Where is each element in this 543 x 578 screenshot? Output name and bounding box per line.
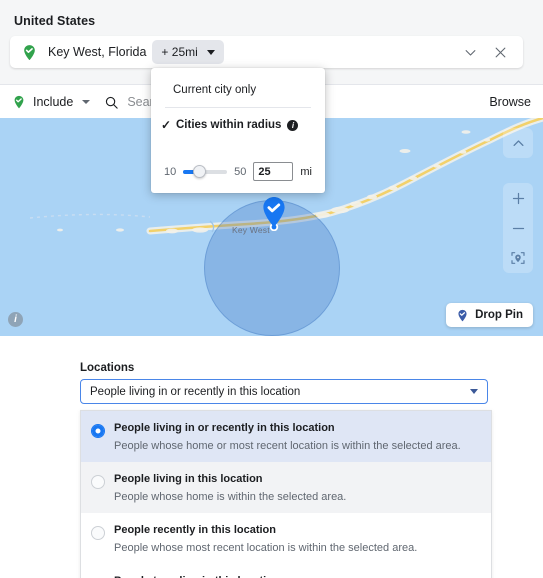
option-text: People recently in this location People …	[114, 520, 481, 556]
browse-button[interactable]: Browse	[489, 95, 531, 109]
slider-thumb[interactable]	[192, 165, 206, 178]
map-zoom-control-group	[503, 183, 533, 273]
radius-unit-label: mi	[300, 165, 312, 178]
radio-button[interactable]	[91, 475, 105, 489]
check-icon: ✓	[161, 118, 172, 132]
chevron-down-icon	[465, 49, 475, 56]
selected-location-field[interactable]: Key West, Florida + 25mi	[10, 36, 523, 68]
radius-chip-button[interactable]: + 25mi	[152, 40, 224, 64]
pin-green-icon	[14, 95, 24, 109]
list-item[interactable]: People traveling in this location People…	[81, 564, 491, 578]
drop-pin-button[interactable]: Drop Pin	[446, 303, 533, 327]
target-locate-icon	[511, 252, 525, 264]
radius-slider-row: 10 50 mi	[151, 162, 325, 181]
slider-max-label: 50	[234, 165, 247, 178]
locations-select-value: People living in or recently in this loc…	[90, 385, 301, 398]
collapse-map-control[interactable]	[503, 128, 533, 158]
slider-min-label: 10	[164, 165, 177, 178]
pin-check-green-icon	[24, 44, 35, 60]
pin-blue-icon	[458, 309, 467, 321]
plus-icon	[512, 192, 524, 204]
option-text: People living in this location People wh…	[114, 469, 481, 505]
radius-slider[interactable]	[183, 165, 228, 178]
option-title: People recently in this location	[114, 524, 276, 536]
close-icon	[495, 47, 505, 57]
chevron-up-icon	[513, 139, 523, 146]
radius-chip-label: + 25mi	[161, 45, 198, 59]
list-item[interactable]: People living in or recently in this loc…	[81, 411, 491, 462]
include-dropdown-label[interactable]: Include	[33, 95, 73, 109]
clear-location-button[interactable]	[489, 41, 511, 63]
caret-down-icon[interactable]	[82, 100, 91, 104]
caret-down-icon	[206, 49, 215, 55]
radius-dropdown-popover: Current city only ✓ Cities within radius…	[151, 68, 325, 193]
info-icon[interactable]: i	[287, 119, 299, 131]
location-name: Key West, Florida	[48, 45, 147, 59]
menu-item-cities-within-radius[interactable]: ✓ Cities within radius i	[151, 110, 325, 140]
radio-button[interactable]	[91, 424, 105, 438]
menu-item-current-city-label: Current city only	[173, 84, 257, 96]
option-description: People whose most recent location is wit…	[114, 542, 418, 554]
list-item[interactable]: People recently in this location People …	[81, 513, 491, 564]
map-info-badge[interactable]: i	[8, 312, 23, 327]
caret-down-icon	[470, 389, 478, 394]
menu-item-current-city-only[interactable]: Current city only	[151, 75, 325, 105]
radius-value-input[interactable]	[253, 162, 294, 181]
location-field-actions	[459, 41, 523, 63]
locations-option-list: People living in or recently in this loc…	[80, 410, 492, 578]
map-collapse-control-group	[503, 128, 533, 158]
option-title: People living in this location	[114, 473, 263, 485]
radio-button[interactable]	[91, 526, 105, 540]
zoom-out-control[interactable]	[503, 213, 533, 243]
locate-control[interactable]	[503, 243, 533, 273]
drop-pin-label: Drop Pin	[475, 309, 523, 321]
option-description: People whose home is within the selected…	[114, 491, 347, 503]
menu-divider	[165, 107, 311, 108]
location-targeting-panel: United States Key West, Florida + 25mi I…	[0, 0, 543, 578]
search-icon	[106, 96, 118, 109]
list-item[interactable]: People living in this location People wh…	[81, 462, 491, 513]
country-label: United States	[14, 14, 96, 28]
locations-label: Locations	[80, 362, 135, 374]
option-text: People living in or recently in this loc…	[114, 418, 481, 454]
option-description: People whose home or most recent locatio…	[114, 440, 461, 452]
minus-icon	[512, 227, 524, 229]
map-pin-check-icon[interactable]	[262, 197, 286, 231]
option-text: People traveling in this location People…	[114, 571, 481, 578]
collapse-location-button[interactable]	[459, 41, 481, 63]
zoom-in-control[interactable]	[503, 183, 533, 213]
locations-select[interactable]: People living in or recently in this loc…	[80, 379, 488, 404]
option-title: People living in or recently in this loc…	[114, 422, 335, 434]
menu-item-cities-radius-label: Cities within radius	[176, 119, 282, 131]
